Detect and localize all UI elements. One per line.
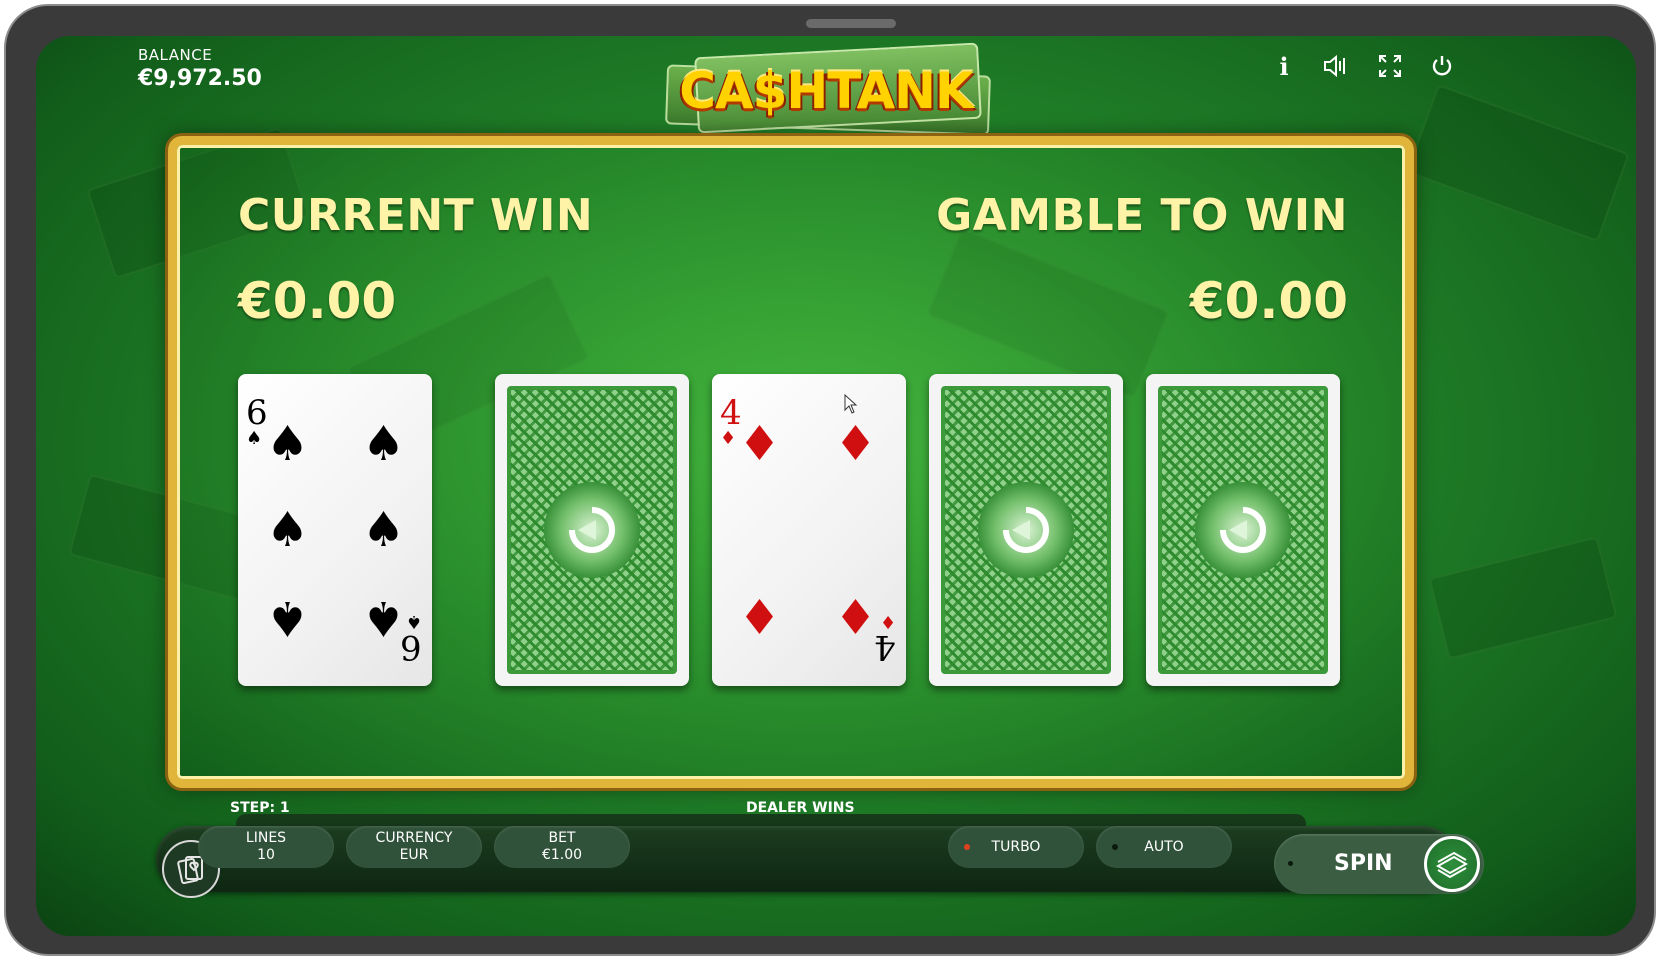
spade-icon: ♠	[362, 502, 406, 558]
spin-label: SPIN	[1334, 851, 1393, 876]
spade-icon: ♠	[266, 416, 310, 472]
card-back-pattern	[507, 386, 677, 674]
current-win-label: CURRENT WIN	[238, 190, 594, 241]
face-down-card[interactable]	[1146, 374, 1340, 686]
diamond-icon: ♦	[720, 428, 737, 449]
game-logo: CA$HTANK	[656, 40, 1016, 140]
power-icon[interactable]	[1424, 48, 1460, 84]
card-back-pattern	[1158, 386, 1328, 674]
mouse-cursor-icon	[844, 393, 858, 418]
card-back-logo-icon	[1195, 482, 1291, 578]
game-status-text: DEALER WINS	[746, 800, 855, 816]
bet-value: €1.00	[541, 847, 583, 863]
diamond-icon: ♦	[834, 590, 878, 646]
face-down-card[interactable]	[495, 374, 689, 686]
bet-selector[interactable]: BET €1.00	[494, 826, 630, 868]
spade-icon: ♠	[362, 416, 406, 472]
diamond-icon: ♦	[738, 416, 782, 472]
lines-selector[interactable]: LINES 10	[198, 826, 334, 868]
card-back-logo-icon	[978, 482, 1074, 578]
spin-button[interactable]: SPIN	[1274, 834, 1484, 894]
currency-label: CURRENCY	[375, 830, 453, 846]
info-glyph: i	[1279, 51, 1289, 81]
spin-indicator-dot	[1288, 861, 1293, 866]
spade-icon: ♠	[266, 502, 310, 558]
bet-label: BET	[548, 830, 576, 846]
bottom-control-bar: STEP: 1 DEALER WINS LINES 10 CURRENCY EU…	[126, 798, 1486, 898]
background-banknote	[1406, 83, 1630, 243]
player-card-four-of-diamonds: 4 ♦ ♦ ♦ ♦ ♦ ♦ 4	[712, 374, 906, 686]
card-back-logo-icon	[544, 482, 640, 578]
dealer-card-six-of-spades: 6 ♠ ♠ ♠ ♠ ♠ ♠ ♠ ♠ 6	[238, 374, 432, 686]
lines-label: LINES	[245, 830, 287, 846]
current-win-value: €0.00	[238, 272, 397, 330]
info-icon[interactable]: i	[1266, 48, 1302, 84]
balance-value: €9,972.50	[138, 66, 262, 91]
diamond-icon: ♦	[738, 590, 782, 646]
face-down-card[interactable]	[929, 374, 1123, 686]
currency-selector[interactable]: CURRENCY EUR	[346, 826, 482, 868]
gamble-to-win-label: GAMBLE TO WIN	[936, 190, 1348, 241]
auto-toggle[interactable]: AUTO	[1096, 826, 1232, 868]
card-rank: 6	[246, 393, 268, 433]
spade-icon: ♠	[246, 428, 263, 449]
background-banknote	[1428, 536, 1618, 660]
balance-label: BALANCE	[138, 46, 213, 64]
turbo-toggle[interactable]: TURBO	[948, 826, 1084, 868]
diamond-icon: ♦	[834, 416, 878, 472]
fullscreen-icon[interactable]	[1372, 48, 1408, 84]
lines-value: 10	[257, 847, 275, 863]
step-indicator: STEP: 1	[230, 800, 290, 816]
device-frame: BALANCE €9,972.50 CA$HTANK i CURRENT WIN…	[4, 4, 1656, 956]
gamble-to-win-value: €0.00	[1189, 272, 1348, 330]
spade-icon: ♠	[362, 590, 406, 646]
card-back-pattern	[941, 386, 1111, 674]
card-rank: 6	[400, 627, 422, 667]
spade-icon: ♠	[266, 590, 310, 646]
device-notch	[806, 19, 896, 28]
card-rank: 4	[874, 627, 896, 667]
game-screen: BALANCE €9,972.50 CA$HTANK i CURRENT WIN…	[36, 36, 1636, 936]
auto-indicator-dot	[1112, 844, 1118, 850]
currency-value: EUR	[399, 847, 429, 863]
logo-text: CA$HTANK	[679, 62, 974, 120]
turbo-indicator-dot	[964, 844, 970, 850]
cash-stack-icon	[1424, 836, 1480, 892]
sound-icon[interactable]	[1318, 48, 1354, 84]
